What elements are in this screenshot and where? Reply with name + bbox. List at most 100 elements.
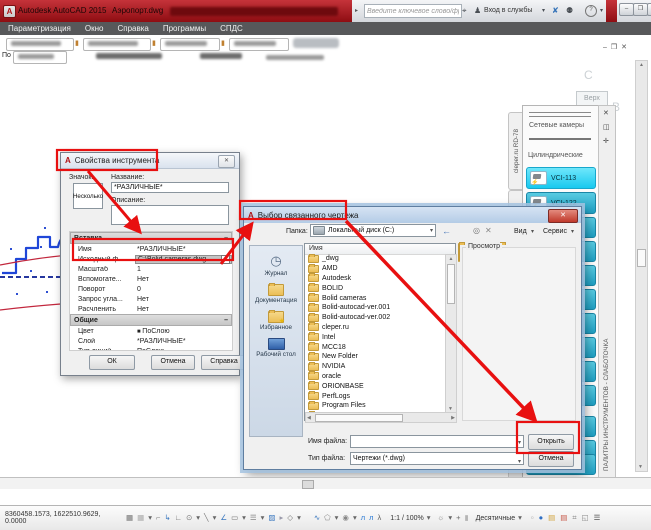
status-icon[interactable]: ▾: [297, 514, 301, 522]
place-favorites[interactable]: ★ Избранное: [250, 310, 302, 331]
status-icon[interactable]: ∟: [175, 514, 182, 522]
filetype-combo[interactable]: Чертежи (*.dwg) ▾: [350, 452, 524, 465]
mdi-window-controls[interactable]: –❒✕: [603, 43, 631, 51]
command-splitter-handle[interactable]: [302, 480, 314, 489]
status-icon[interactable]: ☼: [438, 514, 445, 522]
palette-close-icon[interactable]: ✕: [603, 109, 609, 117]
status-icon[interactable]: ▭: [231, 514, 238, 522]
status-icon[interactable]: ●: [539, 514, 544, 522]
folder-row[interactable]: Bolid-autocad-ver.001: [305, 302, 445, 313]
scroll-up-icon[interactable]: ▲: [636, 61, 647, 69]
file-dialog-titlebar[interactable]: A Выбор связанного чертежа ✕: [244, 207, 581, 223]
close-button[interactable]: ✕: [647, 3, 651, 16]
folder-row[interactable]: cleper.ru: [305, 322, 445, 333]
autocad-logo-icon[interactable]: A: [3, 5, 16, 18]
toolbar-combo[interactable]: [13, 51, 67, 64]
restore-button[interactable]: ❒: [633, 3, 648, 16]
property-row[interactable]: Исходный ф... C:\Bolid cameras.dwg: [70, 254, 232, 264]
palette-item-vci-113[interactable]: VCI-113: [526, 167, 596, 189]
help-dropdown-icon[interactable]: ▾: [600, 7, 603, 14]
filename-combo[interactable]: ▾: [350, 435, 524, 448]
property-row[interactable]: Тип линий ПоСлою: [70, 346, 232, 351]
toolbar-combo[interactable]: [83, 38, 151, 51]
command-history[interactable]: [0, 489, 651, 505]
chevron-down-icon[interactable]: ▾: [430, 227, 433, 234]
description-input[interactable]: [111, 205, 229, 225]
cancel-button[interactable]: Отмена: [151, 355, 195, 370]
search-web-icon[interactable]: ◎: [473, 226, 480, 235]
status-icon[interactable]: ◇: [287, 514, 293, 522]
scroll-thumb[interactable]: [447, 264, 455, 304]
status-icon[interactable]: ▾: [196, 514, 200, 522]
status-icon[interactable]: ╲: [204, 514, 209, 522]
status-icon[interactable]: ▾: [335, 514, 339, 522]
property-row[interactable]: Поворот 0: [70, 284, 232, 294]
chevron-down-icon[interactable]: ▾: [531, 228, 534, 235]
palette-properties-icon[interactable]: ✛: [603, 137, 609, 145]
section-header-insert[interactable]: Вставка –: [70, 232, 232, 244]
drawing-vscrollbar[interactable]: ▲ ▼: [635, 60, 648, 472]
folder-row[interactable]: MCC18: [305, 342, 445, 352]
share-icon[interactable]: ⚉: [566, 6, 573, 15]
status-icon[interactable]: ▫: [531, 514, 534, 522]
dialog-close-icon[interactable]: ✕: [218, 155, 235, 168]
folder-row[interactable]: _dwg: [305, 254, 445, 264]
menu-item-справка[interactable]: Справка: [117, 24, 148, 33]
status-icon[interactable]: ∿: [314, 514, 320, 522]
property-row[interactable]: Имя *РАЗЛИЧНЫЕ*: [70, 244, 232, 254]
delete-icon[interactable]: ✕: [485, 226, 492, 235]
folder-row[interactable]: PerfLogs: [305, 391, 445, 401]
help-button[interactable]: Справка: [201, 355, 247, 370]
menu-item-программы[interactable]: Программы: [163, 24, 206, 33]
chevron-down-icon[interactable]: ▾: [518, 439, 521, 446]
folder-row[interactable]: AMD: [305, 263, 445, 274]
status-icon[interactable]: ᴫ: [361, 514, 365, 522]
status-icon[interactable]: ⌗: [572, 514, 576, 522]
dropdown-icon[interactable]: ▾: [427, 514, 431, 522]
status-icon[interactable]: ▨: [268, 514, 275, 522]
status-icon[interactable]: ◱: [582, 514, 589, 522]
search-input[interactable]: [364, 4, 462, 18]
tools-menu[interactable]: Сервис: [543, 228, 567, 235]
coordinates-readout[interactable]: 8360458.1573, 1622510.9629, 0.0000: [5, 511, 123, 525]
place-desktop[interactable]: Рабочий стол: [250, 338, 302, 358]
palette-tab-cleper[interactable]: cleper.ru RD-78: [508, 112, 523, 190]
scroll-thumb[interactable]: [637, 249, 646, 267]
status-icon[interactable]: ▾: [148, 514, 152, 522]
name-input[interactable]: *РАЗЛИЧНЫЕ*: [111, 182, 229, 193]
status-icon[interactable]: ↳: [164, 514, 170, 522]
toolbar-combo[interactable]: [229, 38, 289, 51]
search-expand-icon[interactable]: ▸: [355, 7, 358, 14]
status-icon[interactable]: ◉: [342, 514, 349, 522]
status-icon[interactable]: ▾: [261, 514, 265, 522]
folder-row[interactable]: NVIDIA: [305, 361, 445, 372]
folder-row[interactable]: BOLID: [305, 283, 445, 293]
scroll-thumb[interactable]: [315, 414, 403, 422]
menu-item-спдс[interactable]: СПДС: [220, 24, 243, 33]
open-button[interactable]: Открыть: [528, 434, 574, 450]
property-row[interactable]: Расчленить Нет: [70, 304, 232, 314]
palette-autohide-icon[interactable]: ◫: [603, 123, 610, 131]
signin-dropdown-icon[interactable]: ▾: [542, 7, 545, 14]
status-icon[interactable]: ⬠: [324, 514, 331, 522]
chevron-down-icon[interactable]: ▾: [571, 228, 574, 235]
folder-row[interactable]: Bolid-autocad-ver.002: [305, 312, 445, 323]
list-vscrollbar[interactable]: ▲ ▼: [445, 254, 457, 414]
zoom-scale-control[interactable]: 1:1 / 100%: [390, 515, 423, 522]
toolbar-combo[interactable]: [160, 38, 220, 51]
status-icon[interactable]: ▮: [465, 514, 469, 522]
status-icon[interactable]: ☰: [594, 514, 601, 522]
status-icon[interactable]: ☰: [250, 514, 257, 522]
view-menu[interactable]: Вид: [514, 228, 527, 235]
place-documents[interactable]: Документация: [250, 283, 302, 304]
status-icon[interactable]: ▤: [560, 514, 567, 522]
dropdown-icon[interactable]: ▾: [518, 514, 522, 522]
folder-row[interactable]: Intel: [305, 332, 445, 342]
dialog-close-icon[interactable]: ✕: [548, 209, 578, 223]
signin-label[interactable]: Вход в службы: [484, 7, 532, 14]
property-row[interactable]: Цвет ПоСлою: [70, 326, 232, 336]
minimize-button[interactable]: –: [619, 3, 634, 16]
a360-icon[interactable]: ✘: [552, 6, 559, 15]
status-icon[interactable]: ▾: [242, 514, 246, 522]
menu-item-окно[interactable]: Окно: [85, 24, 104, 33]
